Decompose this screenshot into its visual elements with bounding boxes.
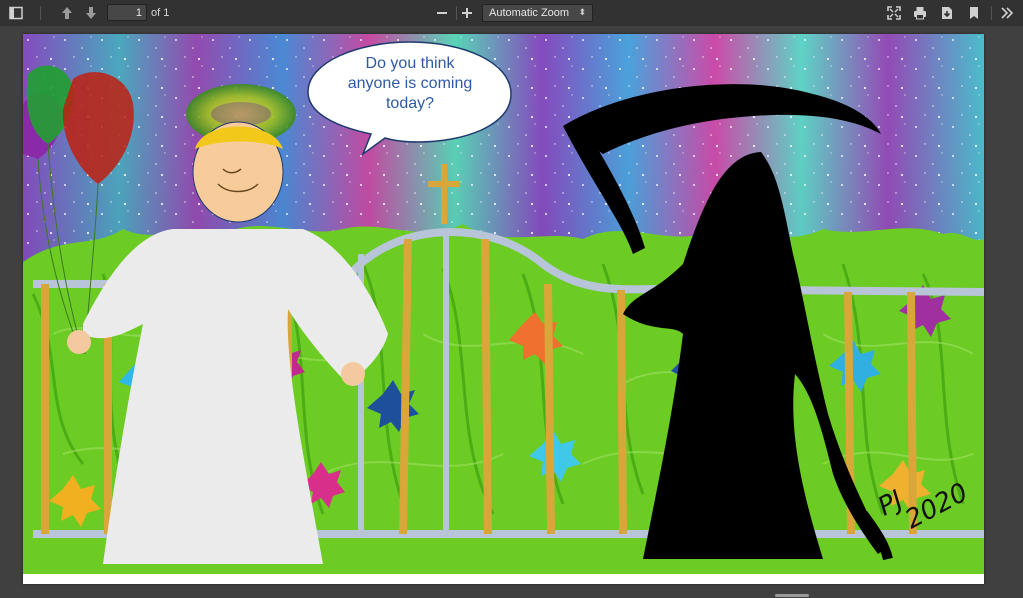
speech-bubble-text: Do you think anyone is coming today? [310, 54, 510, 114]
sidebar-toggle-icon [9, 6, 23, 20]
pdf-page: Do you think anyone is coming today? PJ … [23, 34, 984, 584]
zoom-in-button[interactable] [456, 3, 478, 23]
sidebar-toggle-button[interactable] [5, 3, 27, 23]
zoom-select[interactable]: Automatic Zoom ⬍ [482, 4, 593, 22]
speech-line-1: Do you think [365, 55, 455, 72]
previous-page-button[interactable] [56, 3, 78, 23]
drawing-illustration [23, 34, 984, 574]
page-number-input[interactable] [107, 4, 147, 21]
arrow-down-icon [86, 7, 96, 19]
tools-button[interactable] [996, 3, 1018, 23]
select-arrows-icon: ⬍ [578, 7, 586, 17]
download-icon [942, 7, 952, 19]
presentation-icon [887, 6, 901, 20]
download-button[interactable] [936, 3, 958, 23]
zoom-select-value: Automatic Zoom [489, 7, 570, 19]
print-button[interactable] [909, 3, 931, 23]
toolbar-divider [40, 6, 41, 20]
minus-icon [437, 12, 447, 14]
zoom-out-button[interactable] [431, 3, 453, 23]
bookmark-icon [970, 7, 978, 19]
viewer-toolbar: of 1 Automatic Zoom ⬍ [0, 0, 1023, 26]
horizontal-scrollbar-thumb[interactable] [775, 594, 809, 597]
double-chevron-icon [1001, 7, 1014, 19]
document-viewer[interactable]: Do you think anyone is coming today? PJ … [0, 26, 1023, 598]
next-page-button[interactable] [80, 3, 102, 23]
speech-line-3: today? [385, 95, 435, 112]
print-icon [914, 7, 926, 20]
presentation-mode-button[interactable] [883, 3, 905, 23]
arrow-up-icon [62, 7, 72, 19]
page-count-label: of 1 [151, 7, 170, 19]
plus-icon [462, 8, 472, 18]
toolbar-divider [991, 6, 992, 20]
bookmark-button[interactable] [963, 3, 985, 23]
speech-line-2: anyone is coming [347, 75, 473, 92]
